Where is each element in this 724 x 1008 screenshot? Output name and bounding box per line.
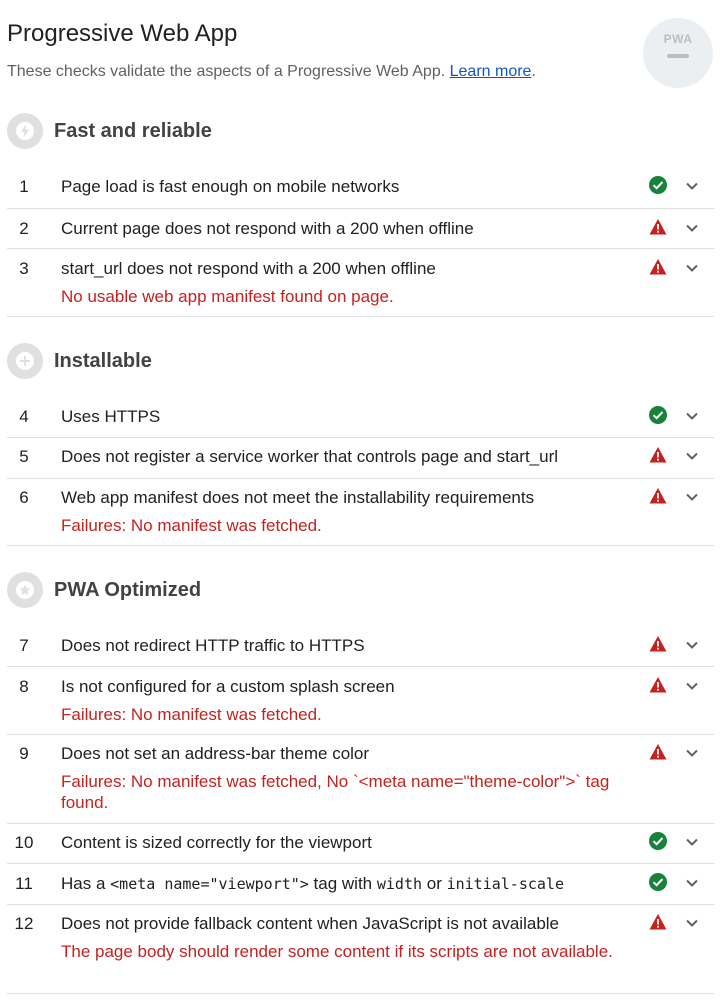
fail-warning-icon <box>649 219 667 235</box>
audit-row[interactable]: 10 Content is sized correctly for the vi… <box>7 824 714 864</box>
audit-row[interactable]: 8 Is not configured for a custom splash … <box>7 667 714 735</box>
category-header: Progressive Web App These checks validat… <box>7 18 607 84</box>
audit-number: 5 <box>19 447 29 466</box>
audit-row[interactable]: 7 Does not redirect HTTP traffic to HTTP… <box>7 626 714 667</box>
audit-title: start_url does not respond with a 200 wh… <box>61 259 436 278</box>
audit-title-text: or <box>422 874 447 893</box>
audit-failure-description: Failures: No manifest was fetched. <box>61 516 322 535</box>
fail-warning-icon <box>649 447 667 463</box>
lightning-icon <box>7 113 43 149</box>
audit-title-code: <meta name="viewport"> <box>110 875 309 893</box>
audit-number: 10 <box>14 833 34 852</box>
fail-warning-icon <box>649 488 667 504</box>
audit-row[interactable]: 11 Has a <meta name="viewport"> tag with… <box>7 864 714 905</box>
fail-warning-icon <box>649 677 667 693</box>
audit-title: Uses HTTPS <box>61 407 161 426</box>
description-period: . <box>531 63 536 80</box>
star-icon <box>7 572 43 608</box>
chevron-down-icon[interactable] <box>685 179 699 193</box>
audit-title-code: width <box>376 875 423 893</box>
chevron-down-icon[interactable] <box>685 261 699 275</box>
audit-title: Does not provide fallback content when J… <box>61 914 560 933</box>
chevron-down-icon[interactable] <box>685 490 699 504</box>
chevron-down-icon[interactable] <box>685 679 699 693</box>
chevron-down-icon[interactable] <box>685 876 699 890</box>
audit-number: 1 <box>19 177 29 196</box>
pwa-badge-label: PWA <box>663 32 693 46</box>
chevron-down-icon[interactable] <box>685 638 699 652</box>
chevron-down-icon[interactable] <box>685 746 699 760</box>
group-fast-and-reliable: Fast and reliable <box>7 113 707 149</box>
pass-check-icon <box>649 176 667 194</box>
group-title: PWA Optimized <box>54 578 202 601</box>
audit-number: 7 <box>19 636 29 655</box>
audit-row[interactable]: 2 Current page does not respond with a 2… <box>7 209 714 249</box>
audit-title: Web app manifest does not meet the insta… <box>61 488 535 507</box>
chevron-down-icon[interactable] <box>685 409 699 423</box>
audit-title-text: Has a <box>61 874 111 893</box>
page-title: Progressive Web App <box>7 20 238 47</box>
audit-number: 3 <box>19 259 29 278</box>
audit-failure-description: Failures: No manifest was fetched, No `<… <box>61 772 610 812</box>
audit-title: Has a <meta name="viewport"> tag with wi… <box>61 873 636 895</box>
group-title: Fast and reliable <box>54 119 212 142</box>
fail-warning-icon <box>649 259 667 275</box>
description-text: These checks validate the aspects of a P… <box>7 63 446 80</box>
pass-check-icon <box>649 406 667 424</box>
audit-title-code: initial-scale <box>446 875 564 893</box>
fail-warning-icon <box>649 636 667 652</box>
pwa-badge-bar <box>667 54 689 58</box>
audit-row[interactable]: 12 Does not provide fallback content whe… <box>7 905 714 994</box>
fail-warning-icon <box>649 914 667 930</box>
group-installable: Installable <box>7 343 707 379</box>
chevron-down-icon[interactable] <box>685 221 699 235</box>
audit-row[interactable]: 4 Uses HTTPS <box>7 397 714 438</box>
audit-number: 4 <box>19 407 29 426</box>
audit-title-text: tag with <box>308 874 377 893</box>
audit-row[interactable]: 1 Page load is fast enough on mobile net… <box>7 167 714 209</box>
pwa-badge-icon: PWA <box>643 18 713 88</box>
audit-row[interactable]: 5 Does not register a service worker tha… <box>7 438 714 479</box>
audit-row[interactable]: 6 Web app manifest does not meet the ins… <box>7 479 714 546</box>
learn-more-link[interactable]: Learn more <box>450 63 532 80</box>
chevron-down-icon[interactable] <box>685 916 699 930</box>
audit-title: Does not set an address-bar theme color <box>61 744 370 763</box>
audit-number: 12 <box>14 914 34 933</box>
audit-title: Does not register a service worker that … <box>61 447 559 466</box>
chevron-down-icon[interactable] <box>685 835 699 849</box>
group-title: Installable <box>54 349 152 372</box>
audit-row[interactable]: 9 Does not set an address-bar theme colo… <box>7 735 714 824</box>
audit-number: 8 <box>19 677 29 696</box>
audit-failure-description: The page body should render some content… <box>61 942 613 961</box>
audit-number: 2 <box>19 219 29 238</box>
audit-title: Is not configured for a custom splash sc… <box>61 677 395 696</box>
audit-title: Page load is fast enough on mobile netwo… <box>61 177 400 196</box>
audit-row[interactable]: 3 start_url does not respond with a 200 … <box>7 249 714 317</box>
audit-title: Current page does not respond with a 200… <box>61 219 474 238</box>
chevron-down-icon[interactable] <box>685 449 699 463</box>
audit-failure-description: Failures: No manifest was fetched. <box>61 705 322 724</box>
audit-number: 9 <box>19 744 29 763</box>
fail-warning-icon <box>649 744 667 760</box>
audit-number: 6 <box>19 488 29 507</box>
audit-number: 11 <box>15 874 33 893</box>
plus-icon <box>7 343 43 379</box>
page-description: These checks validate the aspects of a P… <box>7 60 607 84</box>
audit-title: Does not redirect HTTP traffic to HTTPS <box>61 636 365 655</box>
audit-title: Content is sized correctly for the viewp… <box>61 833 372 852</box>
pass-check-icon <box>649 873 667 891</box>
pass-check-icon <box>649 832 667 850</box>
group-pwa-optimized: PWA Optimized <box>7 572 707 608</box>
audit-failure-description: No usable web app manifest found on page… <box>61 287 394 306</box>
